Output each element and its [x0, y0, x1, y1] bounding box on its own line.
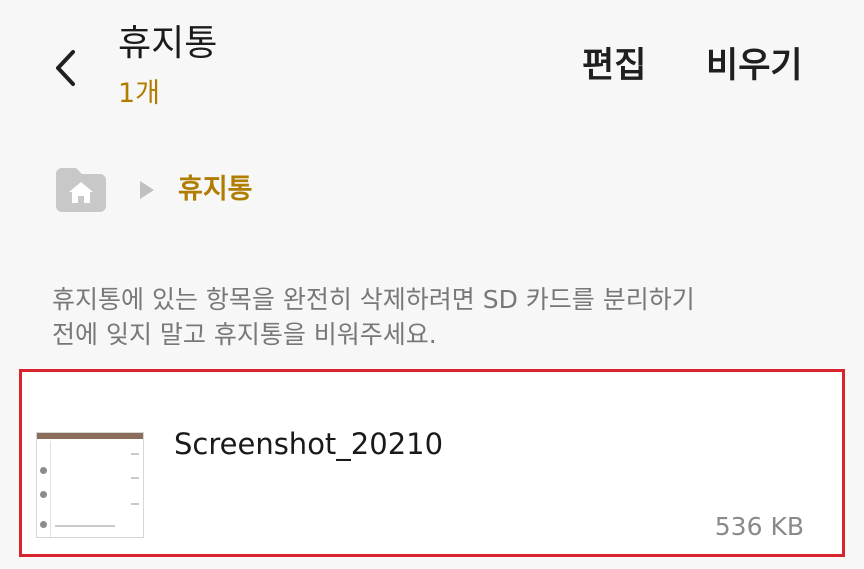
triangle-right-icon	[140, 181, 154, 199]
page-title: 휴지통	[118, 23, 218, 64]
back-button[interactable]	[40, 40, 92, 96]
breadcrumb-current[interactable]: 휴지통	[178, 172, 253, 208]
edit-button[interactable]: 편집	[582, 42, 646, 90]
highlight-frame	[19, 369, 845, 557]
home-folder-icon[interactable]	[52, 162, 110, 218]
info-line: 전에 잊지 말고 휴지통을 비워주세요.	[52, 320, 437, 349]
trash-info-text: 휴지통에 있는 항목을 완전히 삭제하려면 SD 카드를 분리하기 전에 잊지 …	[52, 282, 842, 352]
breadcrumb: 휴지통	[52, 160, 253, 220]
item-count: 1개	[118, 78, 161, 109]
info-line: 휴지통에 있는 항목을 완전히 삭제하려면 SD 카드를 분리하기	[52, 285, 695, 314]
empty-trash-button[interactable]: 비우기	[706, 42, 803, 90]
chevron-left-icon	[56, 50, 75, 86]
trash-screen: 휴지통 1개 편집 비우기 휴지통 휴지통에 있는 항목을 완전히 삭제하려면 …	[0, 0, 864, 569]
